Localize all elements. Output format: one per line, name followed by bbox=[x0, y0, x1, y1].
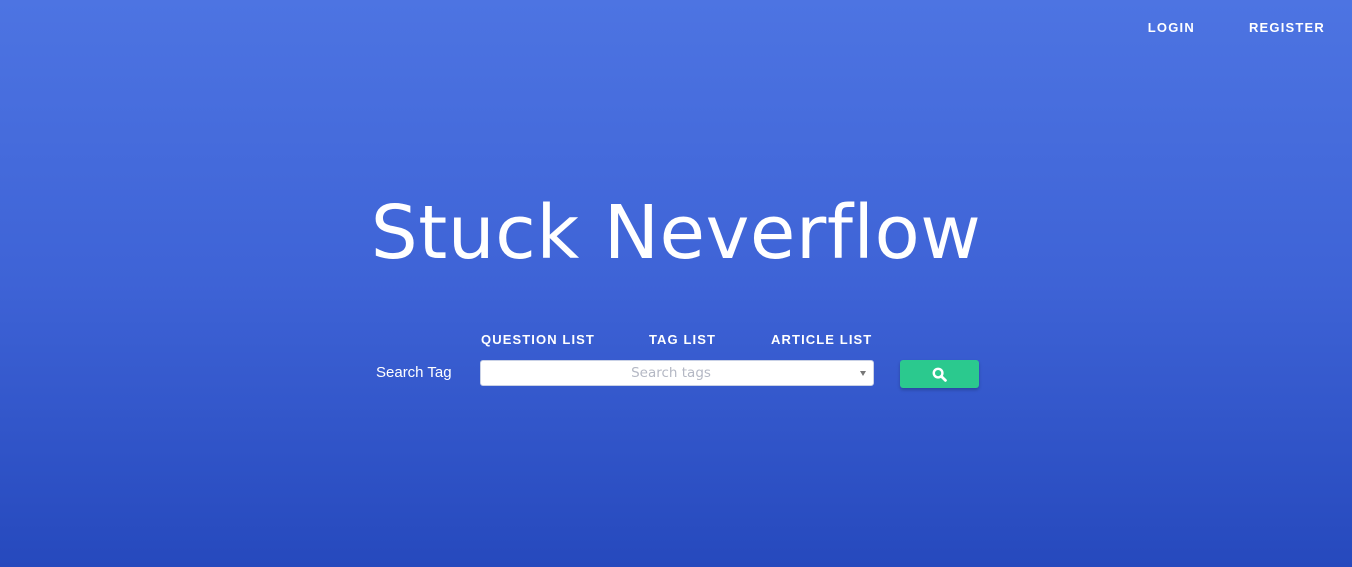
tag-search-select[interactable] bbox=[480, 360, 874, 386]
login-link[interactable]: LOGIN bbox=[1148, 20, 1195, 36]
article-list-link[interactable]: ARTICLE LIST bbox=[771, 332, 872, 348]
search-button[interactable] bbox=[900, 360, 979, 388]
register-link[interactable]: REGISTER bbox=[1249, 20, 1325, 36]
top-nav: LOGIN REGISTER bbox=[1148, 20, 1325, 36]
question-list-link[interactable]: QUESTION LIST bbox=[481, 332, 595, 348]
section-nav: QUESTION LIST TAG LIST ARTICLE LIST bbox=[481, 332, 872, 348]
tag-list-link[interactable]: TAG LIST bbox=[649, 332, 716, 348]
tag-search-input[interactable] bbox=[481, 361, 851, 385]
chevron-down-icon[interactable] bbox=[860, 371, 866, 376]
search-icon bbox=[932, 367, 947, 382]
site-title: Stuck Neverflow bbox=[370, 190, 982, 276]
search-tag-label: Search Tag bbox=[376, 364, 452, 381]
